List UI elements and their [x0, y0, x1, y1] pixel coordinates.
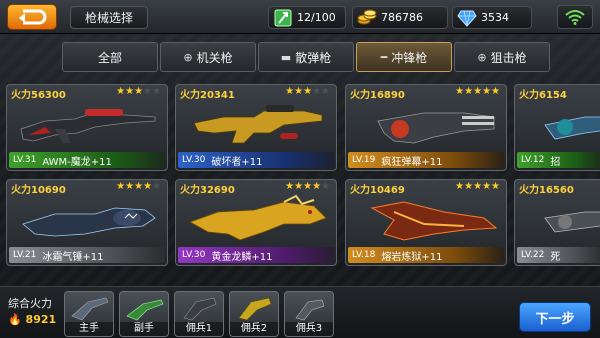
total-power-label: 综合火力	[8, 297, 52, 310]
weapon-card[interactable]: 火力10469 ★★★★★ LV.18 熔岩炼狱+11	[345, 179, 507, 266]
weapon-level: LV.18	[352, 250, 376, 260]
diamond-value: 3534	[481, 11, 509, 24]
weapon-level-bar: LV.19 疯狂弹幕+11	[348, 152, 504, 168]
weapon-stars: ★★★★★	[455, 86, 500, 97]
category-tabs: 全部 ⊕ 机关枪 ▬ 散弹枪 ━ 冲锋枪 ⊕ 狙击枪	[0, 38, 600, 74]
lava-inferno-gun-image	[370, 201, 498, 241]
slot-label: 副手	[120, 322, 168, 336]
shotgun-icon: ▬	[280, 50, 292, 64]
tab-sniper-label: 狙击枪	[490, 50, 527, 65]
weapon-level: LV.30	[182, 250, 206, 260]
tab-all[interactable]: 全部	[62, 42, 158, 72]
frost-hammer-gun-image	[22, 207, 156, 237]
weapon-name: AWM-魔龙+11	[42, 156, 112, 168]
weapon-select-screen: 枪械选择 12/100 786786 3534 全部 ⊕ 机关枪 ▬ 散弹枪 ━…	[0, 0, 600, 338]
weapon-name: 破坏者+11	[211, 156, 263, 168]
tab-shotgun[interactable]: ▬ 散弹枪	[258, 42, 354, 72]
wifi-button[interactable]	[557, 5, 593, 29]
pistol-icon	[295, 299, 325, 321]
slot-mercenary-1[interactable]: 佣兵1	[174, 291, 224, 337]
green-gun-icon	[126, 299, 164, 321]
weapon-level-bar: LV.12 招	[517, 152, 600, 168]
slot-label: 佣兵1	[175, 322, 223, 336]
weapon-level-bar: LV.30 黄金龙鳞+11	[178, 247, 334, 263]
loadout-bar: 综合火力 🔥 8921 主手 副手 佣兵1 佣兵2 佣兵3 下一步	[0, 286, 600, 338]
weapon-name: 疯狂弹幕+11	[381, 156, 443, 168]
weapon-stars: ★★★★★	[285, 86, 330, 97]
weapon-card[interactable]: 火力16560 LV.22 死	[514, 179, 600, 266]
weapon-card[interactable]: 火力32690 ★★★★★ LV.30 黄金龙鳞+11	[175, 179, 337, 266]
weapon-stars: ★★★★★	[116, 86, 161, 97]
weapon-name: 招	[550, 156, 561, 168]
gold-counter: 786786	[352, 6, 448, 29]
back-button[interactable]	[7, 4, 57, 30]
yellow-gun-icon	[238, 297, 272, 321]
weapon-stars: ★★★★★	[455, 181, 500, 192]
assault-rifle-image	[193, 105, 323, 144]
weapon-level-bar: LV.22 死	[517, 247, 600, 263]
weapon-level-bar: LV.30 破坏者+11	[178, 152, 334, 168]
total-power-number: 8921	[25, 313, 57, 326]
total-power-value: 🔥 8921	[8, 313, 56, 326]
gold-value: 786786	[381, 11, 423, 24]
fire-icon: 🔥	[8, 313, 22, 326]
slot-label: 佣兵2	[230, 322, 278, 336]
diamond-counter: 3534	[452, 6, 532, 29]
weapon-level-bar: LV.21 冰霜气锤+11	[9, 247, 165, 263]
weapon-level: LV.19	[352, 155, 376, 165]
weapon-level: LV.30	[182, 155, 206, 165]
weapon-name: 黄金龙鳞+11	[211, 251, 273, 263]
tab-smg[interactable]: ━ 冲锋枪	[356, 42, 452, 72]
top-bar: 枪械选择 12/100 786786 3534	[0, 0, 600, 34]
weapon-stars: ★★★★★	[285, 181, 330, 192]
weapon-card[interactable]: 火力20341 ★★★★★ LV.30 破坏者+11	[175, 84, 337, 171]
crosshair-icon: ⊕	[183, 50, 193, 64]
slot-off-hand[interactable]: 副手	[119, 291, 169, 337]
weapon-level: LV.21	[13, 250, 37, 260]
weapon-stars: ★★★★★	[116, 181, 161, 192]
weapon-name: 死	[550, 251, 561, 263]
tab-all-label: 全部	[97, 50, 122, 65]
sniper-rifle-image	[20, 109, 156, 143]
page-title: 枪械选择	[70, 6, 148, 29]
energy-counter: 12/100	[268, 6, 346, 29]
rifle-icon	[71, 297, 109, 321]
weapon-level: LV.12	[521, 155, 545, 165]
tab-machine-gun-label: 机关枪	[196, 50, 233, 65]
tab-shotgun-label: 散弹枪	[295, 50, 332, 65]
energy-icon	[272, 8, 294, 28]
weapon-card[interactable]: 火力16890 ★★★★★ LV.19 疯狂弹幕+11	[345, 84, 507, 171]
gatling-gun-image	[377, 112, 495, 144]
weapon-level: LV.31	[13, 155, 37, 165]
slot-label: 佣兵3	[285, 322, 333, 336]
energy-value: 12/100	[297, 11, 336, 24]
weapon-image	[544, 116, 600, 140]
next-step-button[interactable]: 下一步	[519, 302, 591, 332]
scope-icon: ⊕	[477, 50, 487, 64]
weapon-level: LV.22	[521, 250, 545, 260]
weapon-name: 熔岩炼狱+11	[381, 251, 443, 263]
weapon-card[interactable]: 火力10690 ★★★★★ LV.21 冰霜气锤+11	[6, 179, 168, 266]
tab-sniper[interactable]: ⊕ 狙击枪	[454, 42, 550, 72]
wifi-icon	[565, 10, 585, 25]
weapon-name: 冰霜气锤+11	[42, 251, 104, 263]
slot-main-hand[interactable]: 主手	[64, 291, 114, 337]
back-arrow-icon	[19, 9, 47, 25]
weapon-card[interactable]: 火力6154 LV.12 招	[514, 84, 600, 171]
slot-label: 主手	[65, 322, 113, 336]
diamond-icon	[456, 8, 478, 28]
dark-gun-icon	[183, 297, 217, 321]
weapon-card[interactable]: 火力56300 ★★★★★ LV.31 AWM-魔龙+11	[6, 84, 168, 171]
slot-mercenary-3[interactable]: 佣兵3	[284, 291, 334, 337]
slot-mercenary-2[interactable]: 佣兵2	[229, 291, 279, 337]
tab-machine-gun[interactable]: ⊕ 机关枪	[160, 42, 256, 72]
weapon-level-bar: LV.18 熔岩炼狱+11	[348, 247, 504, 263]
smg-icon: ━	[380, 50, 388, 64]
weapon-image	[544, 211, 600, 233]
weapon-level-bar: LV.31 AWM-魔龙+11	[9, 152, 165, 168]
tab-smg-label: 冲锋枪	[391, 50, 428, 65]
gold-coins-icon	[356, 8, 378, 28]
golden-dragon-rifle-image	[189, 194, 327, 241]
